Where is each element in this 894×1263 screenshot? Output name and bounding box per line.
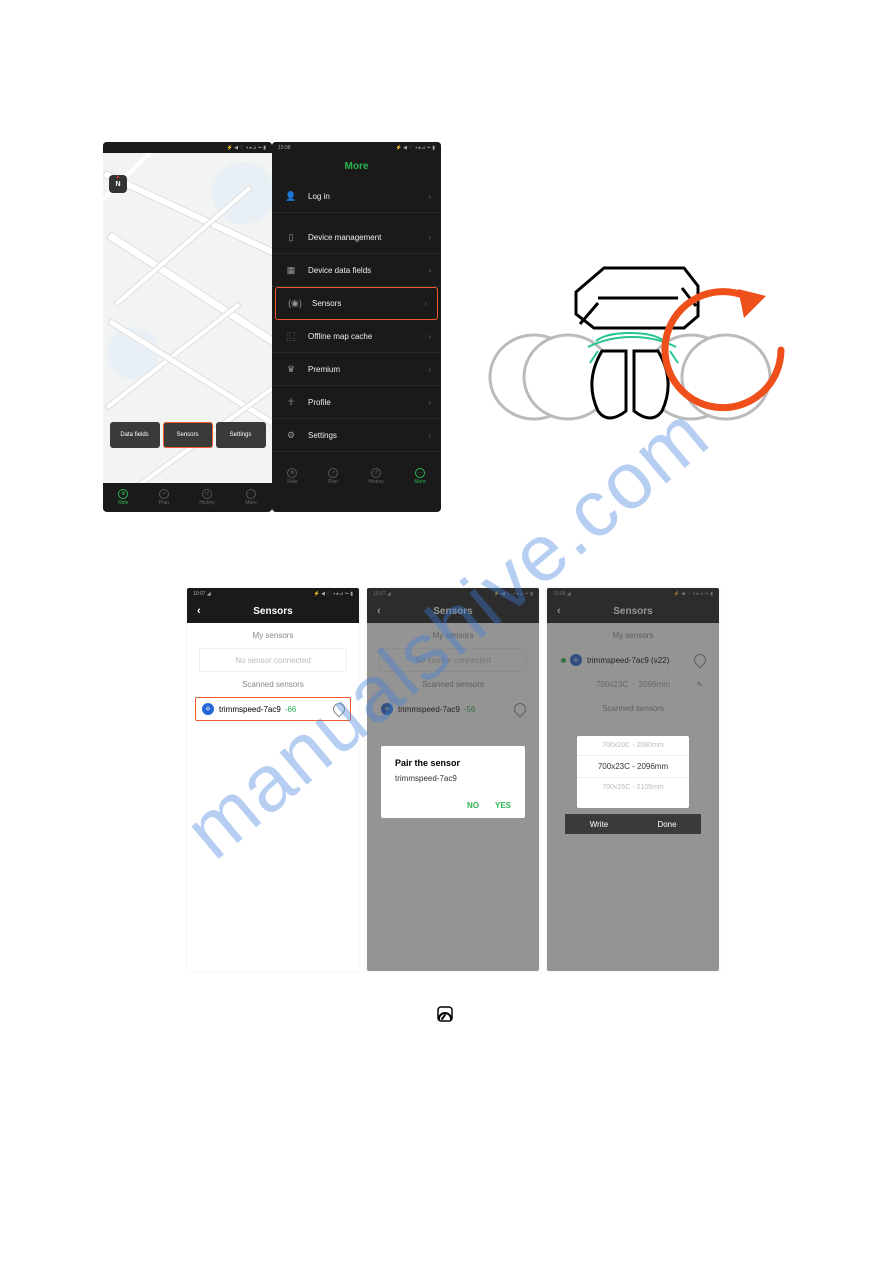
screenshot-map: ⚡ ◀ ♡ ◑ ▸⊿ ⏦ ▮ N Data fields Sensors Set… (103, 142, 272, 512)
speed-sensor-icon (331, 701, 348, 718)
menu-label: Premium (308, 365, 340, 374)
nav-plan[interactable]: ↗Plan (159, 489, 169, 506)
chevron-right-icon: › (424, 299, 427, 308)
menu-premium[interactable]: ♛ Premium › (272, 353, 441, 386)
nav-ride[interactable]: ⦾Ride (118, 489, 128, 506)
menu-label: Log in (308, 192, 330, 201)
nav-ride-label: Ride (287, 479, 297, 485)
menu-label: Settings (308, 431, 337, 440)
datafields-button[interactable]: Data fields (110, 422, 160, 448)
menu-label: Offline map cache (308, 332, 372, 341)
nav-history[interactable]: ↺History (199, 489, 215, 506)
figure-row-1: ⚡ ◀ ♡ ◑ ▸⊿ ⏦ ▮ N Data fields Sensors Set… (103, 142, 803, 522)
scanned-sensor-row[interactable]: ⟡ trimmspeed-7ac9 -66 (195, 697, 351, 721)
figure-row-2: 10:07 ◢ ⚡ ◀ ♡ ◑ ▸⊿ ⏦ ▮ ‹ Sensors My sens… (187, 588, 719, 971)
sensors-button[interactable]: Sensors (163, 422, 213, 448)
picker-option[interactable]: 700x25C - 2105mm (577, 778, 689, 797)
menu-device[interactable]: ▯ Device management › (272, 221, 441, 254)
menu-label: Sensors (312, 299, 341, 308)
dialog-no-button[interactable]: NO (467, 801, 479, 810)
chevron-right-icon: › (428, 192, 431, 201)
menu-sensors[interactable]: (◉) Sensors › (275, 287, 438, 320)
settings-button[interactable]: Settings (216, 422, 266, 448)
crown-icon: ♛ (284, 362, 298, 376)
picker-actions: Write Done (565, 814, 701, 834)
nav-more-label: More (414, 479, 425, 485)
chevron-right-icon: › (428, 233, 431, 242)
screen-title: Sensors (253, 606, 292, 617)
nav-history[interactable]: ↺History (368, 468, 384, 485)
scanned-header: Scanned sensors (187, 672, 359, 697)
picker-option[interactable]: 700x20C - 2080mm (577, 736, 689, 755)
screenshot-sensors-pair: 10:07 ◢ ⚡ ◀ ♡ ◑ ▸⊿ ⏦ ▮ ‹ Sensors My sens… (367, 588, 539, 971)
person-icon: 👤 (284, 189, 298, 203)
bottom-nav: ⦾Ride ↗Plan ↺History ⋯More (272, 462, 441, 490)
menu-fields[interactable]: ▦ Device data fields › (272, 254, 441, 287)
dialog-subtitle: trimmspeed-7ac9 (395, 774, 511, 783)
write-button[interactable]: Write (565, 814, 633, 834)
menu-settings[interactable]: ⚙ Settings › (272, 419, 441, 452)
wheel-picker[interactable]: 700x20C - 2080mm 700x23C - 2096mm 700x25… (577, 736, 689, 808)
dialog-title: Pair the sensor (395, 758, 511, 768)
nav-history-label: History (368, 479, 384, 485)
screenshot-more-menu: 15:08 ⚡ ◀ ♡ ◑ ▸⊿ ⏦ ▮ More 👤 Log in › ▯ Devi… (272, 142, 441, 512)
chevron-right-icon: › (428, 398, 431, 407)
menu-label: Device management (308, 233, 381, 242)
chevron-right-icon: › (428, 431, 431, 440)
dialog-yes-button[interactable]: YES (495, 801, 511, 810)
status-left: 15:08 (278, 145, 291, 151)
map-icon: ⿺ (284, 329, 298, 343)
status-right: ⚡ ◀ ♡ ◑ ▸⊿ ⏦ ▮ (227, 145, 266, 151)
back-button[interactable]: ‹ (197, 605, 201, 617)
screenshot-sensors-wheel: 10:08 ◢ ⚡ ◀ ♡ ◑ ▸⊿ ⏦ ▮ ‹ Sensors My sens… (547, 588, 719, 971)
nav-plan-label: Plan (328, 479, 338, 485)
nav-plan-label: Plan (159, 500, 169, 506)
menu-label: Profile (308, 398, 331, 407)
screenshot-sensors-scan: 10:07 ◢ ⚡ ◀ ♡ ◑ ▸⊿ ⏦ ▮ ‹ Sensors My sens… (187, 588, 359, 971)
nav-ride-label: Ride (118, 500, 128, 506)
chevron-right-icon: › (428, 266, 431, 275)
nav-more[interactable]: ⋯More (245, 489, 256, 506)
sensor-name: trimmspeed-7ac9 (219, 705, 281, 714)
nav-ride[interactable]: ⦾Ride (287, 468, 297, 485)
status-bar: 15:08 ⚡ ◀ ♡ ◑ ▸⊿ ⏦ ▮ (272, 142, 441, 153)
more-title: More (272, 153, 441, 180)
my-sensors-header: My sensors (187, 623, 359, 648)
status-bar: ⚡ ◀ ♡ ◑ ▸⊿ ⏦ ▮ (103, 142, 272, 153)
nav-more-label: More (245, 500, 256, 506)
map-quick-buttons: Data fields Sensors Settings (107, 422, 268, 448)
grid-icon: ▦ (284, 263, 298, 277)
nav-plan[interactable]: ↗Plan (328, 468, 338, 485)
device-icon: ▯ (284, 230, 298, 244)
done-button[interactable]: Done (633, 814, 701, 834)
pair-dialog: Pair the sensor trimmspeed-7ac9 NO YES (381, 746, 525, 818)
status-right: ⚡ ◀ ♡ ◑ ▸⊿ ⏦ ▮ (314, 591, 353, 597)
compass-button[interactable]: N (109, 175, 127, 193)
menu-login[interactable]: 👤 Log in › (272, 180, 441, 213)
bluetooth-icon: ⟡ (202, 703, 214, 715)
map-view[interactable]: N Data fields Sensors Settings (103, 153, 272, 483)
sensor-rssi: -66 (285, 705, 297, 714)
chevron-right-icon: › (428, 332, 431, 341)
menu-offline[interactable]: ⿺ Offline map cache › (272, 320, 441, 353)
speed-sensor-icon (437, 1006, 453, 1022)
bottom-nav: ⦾Ride ↗Plan ↺History ⋯More (103, 483, 272, 511)
status-left: 10:07 ◢ (193, 591, 211, 597)
profile-icon: ☥ (284, 395, 298, 409)
nav-history-label: History (199, 500, 215, 506)
mounting-illustration (476, 247, 796, 442)
title-bar: ‹ Sensors (187, 599, 359, 623)
menu-label: Device data fields (308, 266, 371, 275)
status-bar: 10:07 ◢ ⚡ ◀ ♡ ◑ ▸⊿ ⏦ ▮ (187, 588, 359, 599)
picker-option-selected[interactable]: 700x23C - 2096mm (577, 755, 689, 778)
sensor-icon: (◉) (288, 297, 302, 311)
no-sensor-placeholder: No sensor connected (199, 648, 347, 672)
chevron-right-icon: › (428, 365, 431, 374)
menu-profile[interactable]: ☥ Profile › (272, 386, 441, 419)
gear-icon: ⚙ (284, 428, 298, 442)
nav-more[interactable]: ⋯More (414, 468, 425, 485)
status-right: ⚡ ◀ ♡ ◑ ▸⊿ ⏦ ▮ (396, 145, 435, 151)
